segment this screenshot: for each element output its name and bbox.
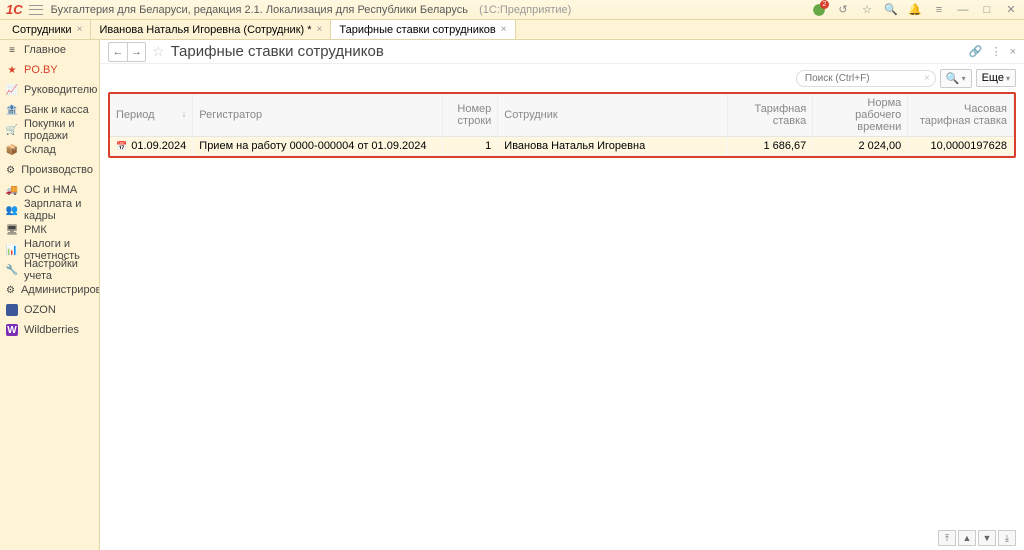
magnifier-icon: 🔍 — [946, 72, 960, 85]
bell-icon[interactable]: 🔔 — [908, 3, 922, 17]
tab-employee-card[interactable]: Иванова Наталья Игоревна (Сотрудник) *× — [91, 20, 331, 39]
bank-icon: 🏦 — [6, 104, 18, 116]
data-table-wrapper: Период Регистратор Номер строки Сотрудни… — [108, 92, 1016, 158]
nav-button-group: ← → — [108, 42, 146, 62]
notifications-icon[interactable]: 2 — [812, 3, 826, 17]
footer-nav: ⤒ ▲ ▼ ⤓ — [938, 530, 1016, 546]
col-line-number[interactable]: Номер строки — [443, 94, 498, 137]
ozon-icon — [6, 304, 18, 316]
scroll-up-icon[interactable]: ▲ — [958, 530, 976, 546]
table-header-row: Период Регистратор Номер строки Сотрудни… — [110, 94, 1014, 137]
settings-icon[interactable]: ≡ — [932, 3, 946, 17]
star-icon[interactable]: ☆ — [860, 3, 874, 17]
admin-icon: ⚙ — [6, 284, 15, 296]
logo-1c: 1C — [6, 2, 23, 17]
sidebar-item-poby[interactable]: ★PO.BY — [0, 60, 99, 80]
sidebar-item-settings[interactable]: 🔧Настройки учета — [0, 260, 99, 280]
scroll-top-icon[interactable]: ⤒ — [938, 530, 956, 546]
calc-icon: 🖥 — [6, 224, 18, 236]
home-icon: ≡ — [6, 44, 18, 56]
tabbar: Сотрудники× Иванова Наталья Игоревна (Со… — [0, 20, 1024, 40]
page-header: ← → ☆ Тарифные ставки сотрудников 🔗 ⋮ × — [100, 40, 1024, 64]
gear-icon: ⚙ — [6, 164, 15, 176]
cell-tariff: 1 686,67 — [728, 137, 813, 156]
titlebar: 1C Бухгалтерия для Беларуси, редакция 2.… — [0, 0, 1024, 20]
sidebar-item-warehouse[interactable]: 📦Склад — [0, 140, 99, 160]
close-icon[interactable]: ✕ — [1004, 3, 1018, 17]
more-button[interactable]: Еще▾ — [976, 69, 1016, 87]
data-table: Период Регистратор Номер строки Сотрудни… — [110, 94, 1014, 156]
toolbar: × 🔍▾ Еще▾ — [100, 64, 1024, 92]
box-icon: 📦 — [6, 144, 18, 156]
history-icon[interactable]: ↺ — [836, 3, 850, 17]
sidebar: ≡Главное ★PO.BY 📈Руководителю 🏦Банк и ка… — [0, 40, 100, 550]
truck-icon: 🚚 — [6, 184, 18, 196]
cell-employee: Иванова Наталья Игоревна — [498, 137, 728, 156]
col-norm[interactable]: Норма рабочего времени — [813, 94, 908, 137]
page-title: Тарифные ставки сотрудников — [171, 43, 384, 60]
more-icon[interactable]: ⋮ — [991, 45, 1002, 58]
sidebar-item-manager[interactable]: 📈Руководителю — [0, 80, 99, 100]
cell-line-number: 1 — [443, 137, 498, 156]
cell-registrar: Прием на работу 0000-000004 от 01.09.202… — [193, 137, 443, 156]
search-box: × — [796, 70, 936, 87]
system-icons: 2 ↺ ☆ 🔍 🔔 ≡ — □ ✕ — [812, 3, 1018, 17]
sidebar-item-ozon[interactable]: OZON — [0, 300, 99, 320]
scroll-down-icon[interactable]: ▼ — [978, 530, 996, 546]
clear-search-icon[interactable]: × — [924, 73, 930, 84]
search-icon[interactable]: 🔍 — [884, 3, 898, 17]
doc-icon: 📊 — [6, 244, 18, 256]
col-tariff[interactable]: Тарифная ставка — [728, 94, 813, 137]
sidebar-item-bank[interactable]: 🏦Банк и касса — [0, 100, 99, 120]
calendar-icon: 📅 — [116, 141, 127, 152]
tab-close-icon[interactable]: × — [77, 24, 83, 35]
sidebar-item-payroll[interactable]: 👥Зарплата и кадры — [0, 200, 99, 220]
sidebar-item-sales[interactable]: 🛒Покупки и продажи — [0, 120, 99, 140]
search-input[interactable] — [796, 70, 936, 87]
tab-employees[interactable]: Сотрудники× — [4, 20, 91, 39]
poby-icon: ★ — [6, 64, 18, 76]
close-panel-icon[interactable]: × — [1010, 46, 1016, 58]
scroll-bottom-icon[interactable]: ⤓ — [998, 530, 1016, 546]
col-employee[interactable]: Сотрудник — [498, 94, 728, 137]
sidebar-item-wildberries[interactable]: WWildberries — [0, 320, 99, 340]
chart-icon: 📈 — [6, 84, 18, 96]
menu-icon[interactable] — [29, 5, 43, 15]
find-button[interactable]: 🔍▾ — [940, 69, 972, 88]
favorite-star-icon[interactable]: ☆ — [152, 43, 165, 60]
forward-button[interactable]: → — [127, 43, 145, 61]
sidebar-item-assets[interactable]: 🚚ОС и НМА — [0, 180, 99, 200]
app-title: Бухгалтерия для Беларуси, редакция 2.1. … — [51, 4, 812, 16]
link-icon[interactable]: 🔗 — [969, 45, 983, 58]
wb-icon: W — [6, 324, 18, 336]
back-button[interactable]: ← — [109, 43, 127, 61]
sidebar-item-rmk[interactable]: 🖥РМК — [0, 220, 99, 240]
cart-icon: 🛒 — [6, 124, 18, 136]
sidebar-item-main[interactable]: ≡Главное — [0, 40, 99, 60]
sidebar-item-admin[interactable]: ⚙Администрирование — [0, 280, 99, 300]
maximize-icon[interactable]: □ — [980, 3, 994, 17]
cell-hourly: 10,0000197628 — [908, 137, 1014, 156]
table-row[interactable]: 📅01.09.2024 Прием на работу 0000-000004 … — [110, 137, 1014, 156]
tab-tariff-rates[interactable]: Тарифные ставки сотрудников× — [331, 20, 515, 39]
wrench-icon: 🔧 — [6, 264, 18, 276]
sidebar-item-taxes[interactable]: 📊Налоги и отчетность — [0, 240, 99, 260]
chevron-down-icon: ▾ — [962, 74, 966, 83]
col-hourly[interactable]: Часовая тарифная ставка — [908, 94, 1014, 137]
chevron-down-icon: ▾ — [1006, 74, 1010, 83]
cell-period: 📅01.09.2024 — [110, 137, 193, 156]
content-area: ← → ☆ Тарифные ставки сотрудников 🔗 ⋮ × … — [100, 40, 1024, 550]
minimize-icon[interactable]: — — [956, 3, 970, 17]
col-registrar[interactable]: Регистратор — [193, 94, 443, 137]
tab-close-icon[interactable]: × — [501, 24, 507, 35]
col-period[interactable]: Период — [110, 94, 193, 137]
cell-norm: 2 024,00 — [813, 137, 908, 156]
people-icon: 👥 — [6, 204, 18, 216]
sidebar-item-production[interactable]: ⚙Производство — [0, 160, 99, 180]
tab-close-icon[interactable]: × — [317, 24, 323, 35]
